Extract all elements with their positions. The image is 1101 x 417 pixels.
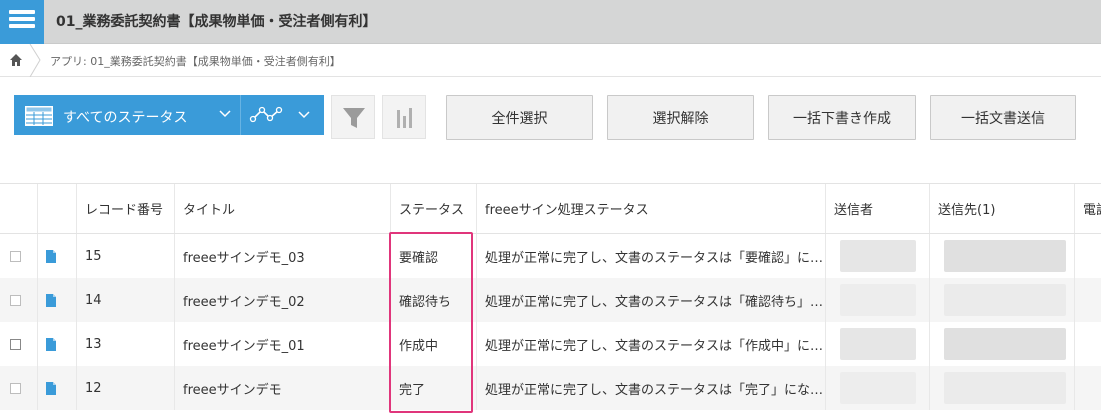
record-number: 14 — [77, 278, 175, 322]
bulk-send-button[interactable]: 一括文書送信 — [930, 95, 1076, 140]
record-recipient-blurred — [930, 366, 1075, 410]
deselect-button[interactable]: 選択解除 — [607, 95, 754, 140]
record-sender-blurred — [826, 278, 930, 322]
bar-chart-icon — [397, 108, 412, 128]
record-freee-status: 処理が正常に完了し、文書のステータスは「完了」にな… — [477, 366, 826, 410]
record-title: freeeサインデモ_01 — [175, 322, 391, 366]
table-view-icon — [25, 106, 53, 126]
record-recipient-blurred — [930, 234, 1075, 278]
record-recipient-blurred — [930, 322, 1075, 366]
records-table: レコード番号 タイトル ステータス freeeサイン処理ステータス 送信者 送信… — [0, 183, 1101, 410]
record-title: freeeサインデモ — [175, 366, 391, 410]
view-selector-label: すべてのステータス — [63, 110, 188, 126]
graph-menu-button[interactable] — [240, 95, 324, 135]
app-menu-icon[interactable] — [0, 0, 44, 44]
column-header-status[interactable]: ステータス — [391, 184, 477, 233]
record-sender-blurred — [826, 322, 930, 366]
record-title: freeeサインデモ_03 — [175, 234, 391, 278]
record-number: 13 — [77, 322, 175, 366]
graph-icon — [249, 106, 310, 123]
row-checkbox[interactable] — [10, 382, 21, 394]
filter-button[interactable] — [331, 95, 375, 139]
table-header: レコード番号 タイトル ステータス freeeサイン処理ステータス 送信者 送信… — [0, 184, 1101, 234]
column-header-sender[interactable]: 送信者 — [826, 184, 930, 233]
column-header-freee-status[interactable]: freeeサイン処理ステータス — [477, 184, 826, 233]
record-number: 15 — [77, 234, 175, 278]
chevron-down-icon — [219, 110, 231, 118]
row-checkbox[interactable] — [10, 250, 21, 262]
column-header-title[interactable]: タイトル — [175, 184, 391, 233]
record-freee-status: 処理が正常に完了し、文書のステータスは「作成中」に… — [477, 322, 826, 366]
table-row[interactable]: 13 freeeサインデモ_01 作成中 処理が正常に完了し、文書のステータスは… — [0, 322, 1101, 366]
table-row[interactable]: 14 freeeサインデモ_02 確認待ち 処理が正常に完了し、文書のステータス… — [0, 278, 1101, 322]
record-number: 12 — [77, 366, 175, 410]
view-selector[interactable]: すべてのステータス — [14, 95, 240, 135]
select-all-button[interactable]: 全件選択 — [446, 95, 593, 140]
record-sender-blurred — [826, 234, 930, 278]
record-detail-icon[interactable] — [46, 293, 56, 307]
record-detail-icon[interactable] — [46, 249, 56, 263]
filter-icon — [343, 108, 365, 128]
record-detail-icon[interactable] — [46, 337, 56, 351]
app-header: 01_業務委託契約書【成果物単価・受注者側有利】 — [0, 0, 1101, 44]
breadcrumb: アプリ: 01_業務委託契約書【成果物単価・受注者側有利】 — [0, 44, 1101, 77]
row-checkbox[interactable] — [10, 294, 21, 306]
record-recipient-blurred — [930, 278, 1075, 322]
status-column-highlight — [389, 232, 473, 413]
column-header-record-number[interactable]: レコード番号 — [77, 184, 175, 233]
table-row[interactable]: 15 freeeサインデモ_03 要確認 処理が正常に完了し、文書のステータスは… — [0, 234, 1101, 278]
record-freee-status: 処理が正常に完了し、文書のステータスは「確認待ち」… — [477, 278, 826, 322]
breadcrumb-app-link[interactable]: アプリ: 01_業務委託契約書【成果物単価・受注者側有利】 — [50, 53, 341, 69]
table-row[interactable]: 12 freeeサインデモ 完了 処理が正常に完了し、文書のステータスは「完了」… — [0, 366, 1101, 410]
column-header-phone[interactable]: 電話 — [1075, 184, 1101, 233]
chart-button[interactable] — [382, 95, 426, 139]
app-title: 01_業務委託契約書【成果物単価・受注者側有利】 — [56, 14, 377, 30]
column-header-recipient[interactable]: 送信先(1) — [930, 184, 1075, 233]
record-detail-icon[interactable] — [46, 381, 56, 395]
bulk-draft-button[interactable]: 一括下書き作成 — [768, 95, 916, 140]
row-checkbox[interactable] — [10, 338, 21, 350]
record-title: freeeサインデモ_02 — [175, 278, 391, 322]
record-sender-blurred — [826, 366, 930, 410]
record-freee-status: 処理が正常に完了し、文書のステータスは「要確認」に… — [477, 234, 826, 278]
breadcrumb-separator-icon — [29, 44, 41, 77]
